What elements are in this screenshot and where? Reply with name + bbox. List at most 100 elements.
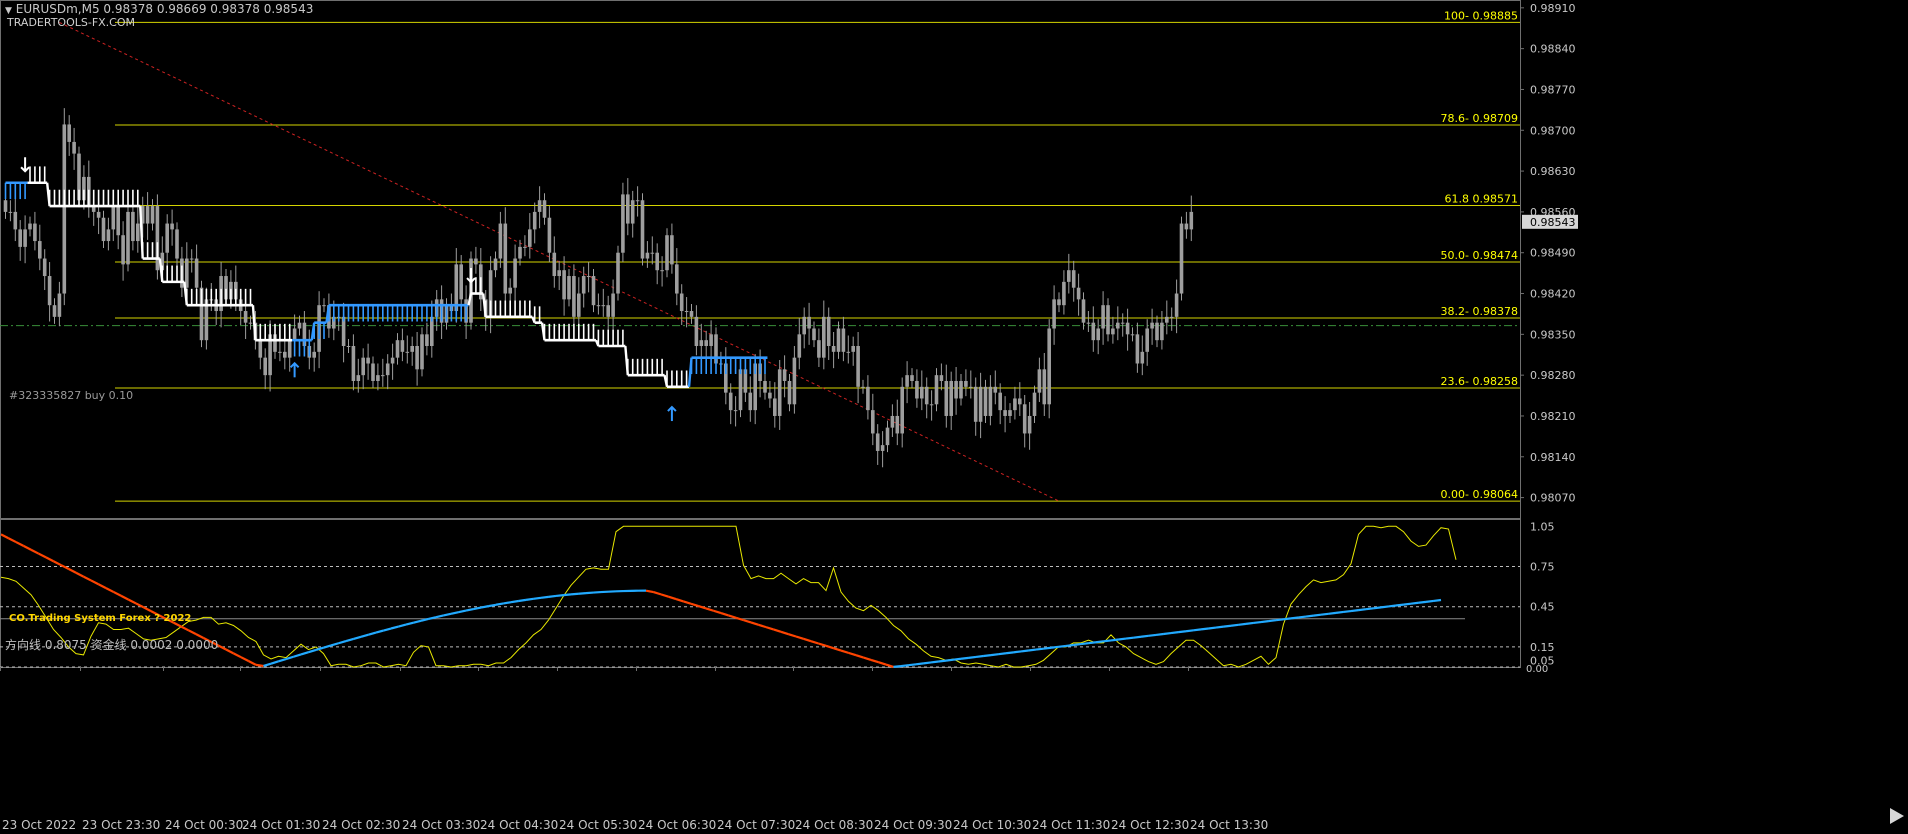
candle-body	[733, 410, 738, 412]
candle-body	[405, 351, 410, 353]
collapse-triangle-icon[interactable]: ▼	[5, 6, 12, 16]
candle-body	[1042, 369, 1047, 405]
fib-level-label: 100- 0.98885	[1444, 9, 1518, 22]
candle-body	[557, 270, 561, 277]
osc-blue-segment	[945, 658, 954, 662]
candle-body	[973, 386, 978, 422]
osc-blue-segment	[983, 654, 992, 658]
candle-body	[851, 346, 855, 352]
time-tick-label: 24 Oct 10:30	[953, 818, 1031, 832]
osc-red-segment	[52, 560, 62, 567]
candle-body	[1106, 305, 1110, 335]
osc-blue-segment	[1275, 618, 1284, 622]
candle-body	[175, 229, 179, 259]
price-tick-label: 0.98350	[1530, 328, 1576, 341]
price-tick-label: 0.98770	[1530, 83, 1576, 96]
osc-red-segment	[780, 630, 789, 636]
candle-body	[768, 392, 772, 399]
osc-red-segment	[848, 651, 857, 657]
candle-body	[665, 235, 669, 271]
osc-blue-segment	[1418, 600, 1427, 604]
candle-body	[371, 363, 375, 381]
osc-red-segment	[788, 633, 797, 638]
candle-body	[905, 375, 909, 387]
candle-body	[1027, 415, 1032, 434]
candle-body	[400, 340, 405, 352]
time-tick-label: 24 Oct 07:30	[717, 818, 795, 832]
osc-blue-segment	[503, 601, 512, 605]
candle-body	[194, 258, 199, 288]
osc-blue-segment	[1073, 642, 1082, 647]
candle-body	[699, 340, 704, 346]
candle-body	[1032, 392, 1037, 416]
candle-body	[562, 270, 566, 300]
candle-body	[23, 229, 27, 247]
candle-body	[704, 340, 708, 346]
candle-body	[283, 351, 287, 358]
candle-body	[62, 124, 67, 294]
candle-body	[621, 194, 625, 253]
osc-blue-segment	[1305, 614, 1314, 618]
time-tick-label: 24 Oct 05:30	[559, 818, 637, 832]
osc-blue-segment	[1170, 631, 1179, 635]
osc-blue-segment	[1320, 612, 1329, 616]
candle-body	[988, 386, 993, 416]
candle-body	[738, 369, 743, 411]
osc-red-segment	[255, 663, 264, 668]
candle-body	[822, 316, 826, 358]
osc-red-segment	[240, 656, 250, 662]
osc-blue-segment	[1380, 605, 1389, 609]
osc-red-segment	[795, 635, 804, 640]
candle-body	[1086, 322, 1091, 324]
candle-body	[1076, 287, 1081, 300]
candle-body	[111, 206, 116, 230]
time-tick-label: 24 Oct 01:30	[242, 818, 320, 832]
osc-blue-segment	[1013, 650, 1022, 654]
fib-level-label: 0.00- 0.98064	[1441, 488, 1518, 501]
price-tick-label: 0.98840	[1530, 43, 1576, 56]
candle-body	[890, 415, 895, 428]
osc-blue-segment	[278, 658, 287, 663]
candle-body	[596, 305, 601, 307]
osc-blue-segment	[915, 662, 924, 666]
osc-blue-segment	[548, 594, 557, 598]
candle-body	[660, 270, 664, 272]
osc-blue-segment	[1050, 645, 1059, 649]
osc-blue-segment	[1110, 638, 1119, 642]
candle-body	[513, 258, 517, 288]
candle-body	[3, 200, 8, 212]
candle-body	[969, 386, 973, 388]
candle-body	[836, 328, 841, 352]
candle-body	[920, 386, 924, 399]
time-tick-label: 24 Oct 08:30	[795, 818, 873, 832]
candle-body	[773, 398, 777, 416]
osc-blue-segment	[930, 660, 939, 664]
osc-blue-segment	[1238, 622, 1247, 626]
osc-red-segment	[863, 656, 872, 661]
osc-blue-segment	[1178, 630, 1187, 634]
candle-body	[346, 346, 351, 347]
osc-red-segment	[653, 590, 662, 596]
osc-red-segment	[765, 626, 774, 631]
osc-blue-segment	[540, 595, 549, 599]
candle-body	[812, 328, 816, 341]
candle-body	[601, 305, 606, 307]
candle-body	[537, 200, 542, 212]
time-tick-label: 24 Oct 11:30	[1032, 818, 1110, 832]
order-label[interactable]: #323335827 buy 0.10	[9, 389, 133, 402]
osc-red-segment	[810, 640, 819, 645]
osc-red-segment	[878, 661, 887, 666]
candle-body	[866, 386, 870, 411]
osc-red-segment	[180, 625, 190, 632]
osc-red-segment	[645, 589, 654, 594]
brand-label: TRADERTOOLS-FX.COM	[7, 16, 136, 29]
candle-body	[640, 200, 645, 259]
time-tick-label: 24 Oct 13:30	[1190, 818, 1268, 832]
price-tick-label: 0.98910	[1530, 2, 1576, 15]
candle-body	[1140, 351, 1145, 364]
candle-body	[959, 380, 963, 399]
osc-blue-segment	[975, 654, 984, 659]
osc-blue-segment	[1103, 639, 1112, 643]
candle-body	[831, 346, 836, 352]
candle-body	[278, 351, 282, 353]
